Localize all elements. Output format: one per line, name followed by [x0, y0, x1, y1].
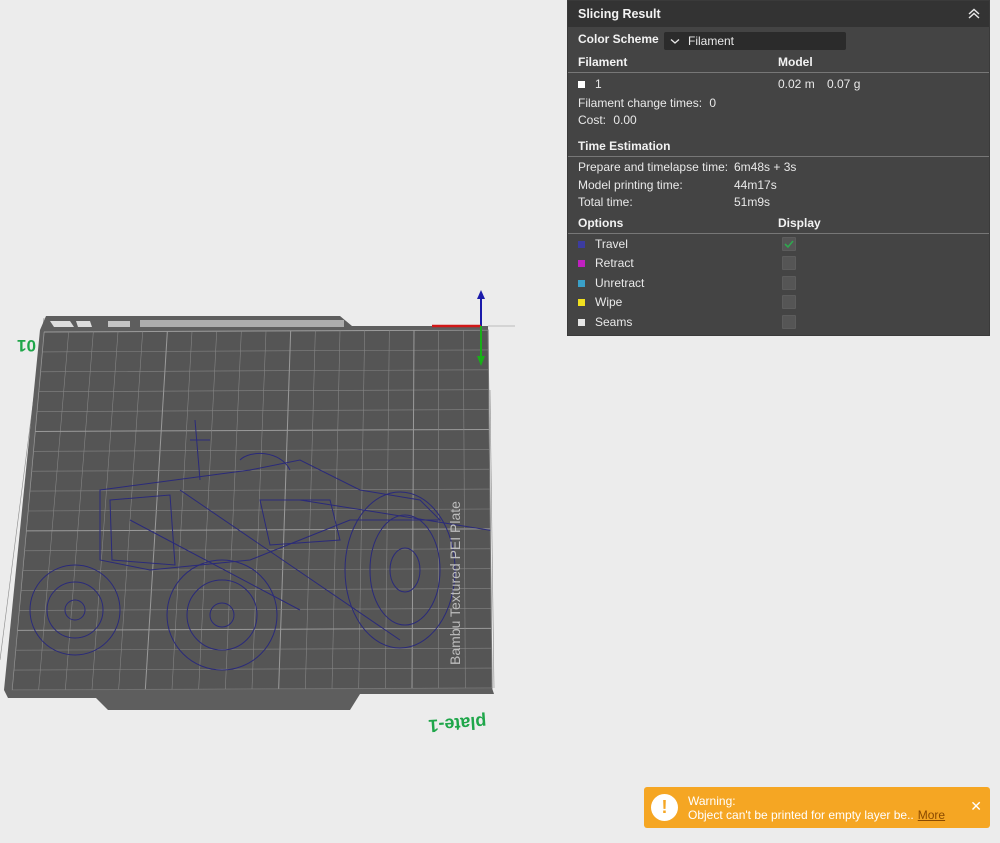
- wipe-display-checkbox[interactable]: [782, 295, 796, 309]
- checkmark-icon: [784, 240, 794, 249]
- build-plate: Bambu Textured PEI Plate: [4, 316, 494, 710]
- filament-change-row: Filament change times: 0: [578, 96, 989, 110]
- plate-corner-label: 01: [17, 336, 36, 355]
- panel-header: Slicing Result: [568, 1, 989, 27]
- filament-change-label: Filament change times:: [578, 96, 703, 110]
- filament-change-value: 0: [709, 96, 717, 110]
- wipe-color-swatch: [578, 299, 585, 307]
- option-label: Unretract: [595, 276, 645, 290]
- warning-icon: !: [651, 794, 678, 821]
- time-estimation-header: Time Estimation: [578, 139, 671, 153]
- slicing-result-panel: Slicing Result Color Scheme Filament Fil…: [567, 0, 990, 336]
- panel-title: Slicing Result: [578, 7, 661, 21]
- model-time-value: 44m17s: [734, 178, 777, 192]
- plate-brand-text: Bambu Textured PEI Plate: [447, 501, 463, 665]
- unretract-display-checkbox[interactable]: [782, 276, 796, 290]
- seams-color-swatch: [578, 319, 585, 327]
- toast-more-link[interactable]: More: [918, 808, 945, 822]
- option-label: Retract: [595, 256, 634, 270]
- color-scheme-value: Filament: [688, 34, 735, 48]
- cost-label: Cost:: [578, 113, 607, 127]
- plate-name-label[interactable]: plate-1: [428, 712, 487, 736]
- total-time-value: 51m9s: [734, 195, 771, 209]
- option-label: Travel: [595, 237, 628, 251]
- unretract-color-swatch: [578, 280, 585, 288]
- seams-display-checkbox[interactable]: [782, 315, 796, 329]
- model-header: Model: [778, 55, 813, 69]
- color-scheme-dropdown[interactable]: Filament: [664, 32, 846, 50]
- cost-row: Cost: 0.00: [578, 113, 989, 127]
- option-label: Wipe: [595, 295, 623, 309]
- filament-weight: 0.07 g: [827, 77, 861, 91]
- filament-color-swatch: [578, 81, 585, 89]
- toast-text: Warning: Object can't be printed for emp…: [688, 794, 945, 822]
- display-header: Display: [778, 216, 821, 230]
- option-label: Seams: [595, 315, 633, 329]
- warning-toast: ! Warning: Object can't be printed for e…: [644, 787, 990, 828]
- toast-title: Warning:: [688, 794, 736, 808]
- chevron-down-icon: [670, 39, 680, 44]
- travel-display-checkbox[interactable]: [782, 237, 796, 251]
- retract-color-swatch: [578, 260, 585, 268]
- close-icon[interactable]: ✕: [970, 798, 982, 815]
- filament-id: 1: [595, 77, 602, 91]
- travel-color-swatch: [578, 241, 585, 249]
- cost-value: 0.00: [613, 113, 637, 127]
- toast-message: Object can't be printed for empty layer …: [688, 808, 914, 822]
- collapse-chevron-icon[interactable]: [967, 7, 981, 21]
- retract-display-checkbox[interactable]: [782, 256, 796, 270]
- prepare-time-value: 6m48s + 3s: [734, 160, 797, 174]
